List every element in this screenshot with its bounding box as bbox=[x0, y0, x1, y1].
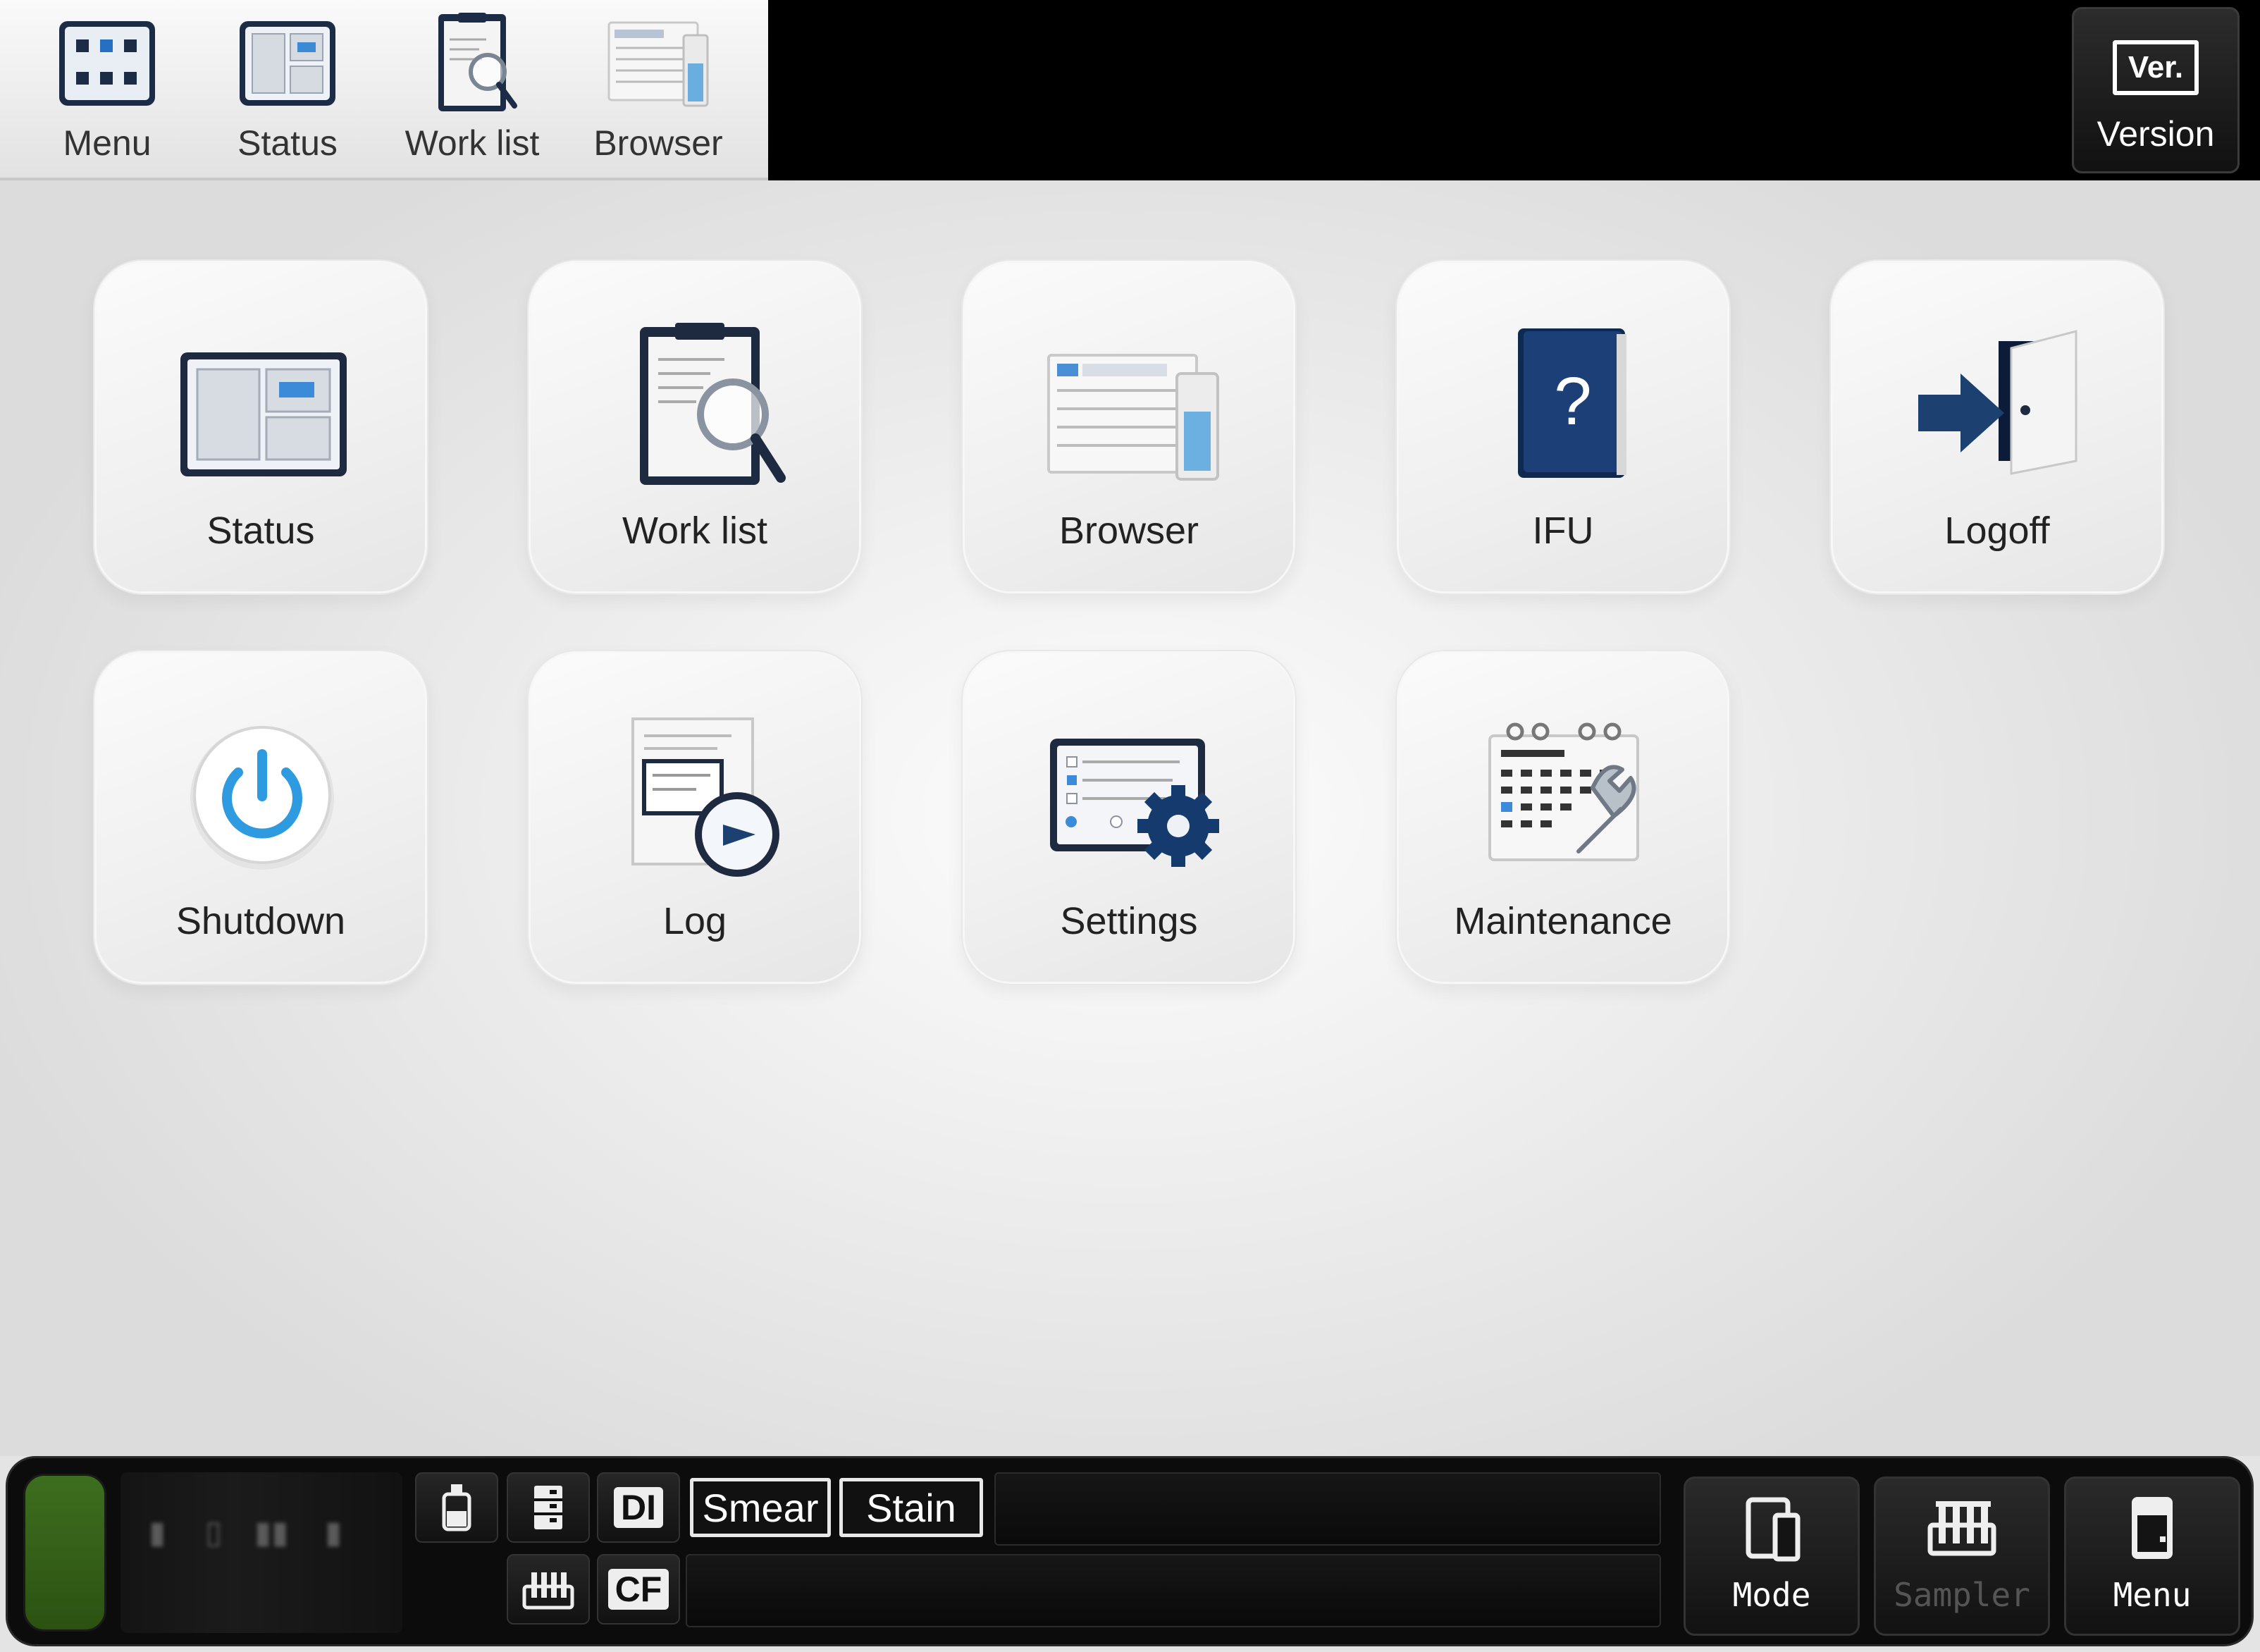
menu-button[interactable]: Menu bbox=[2064, 1477, 2240, 1636]
tile-ifu[interactable]: ? IFU bbox=[1395, 259, 1731, 595]
browser-icon bbox=[607, 21, 709, 107]
tab-status-label: Status bbox=[237, 123, 338, 163]
tile-log-label: Log bbox=[662, 900, 727, 942]
main-menu: Status Work list Browser ? IFU Logoff Sh… bbox=[0, 180, 2260, 1456]
mode-button[interactable]: Mode bbox=[1684, 1477, 1860, 1636]
status-info-area: ▮ ▯ ▮▮ ▮ bbox=[121, 1472, 402, 1633]
worklist-clipboard-icon bbox=[640, 323, 786, 485]
tile-work-list[interactable]: Work list bbox=[527, 259, 863, 595]
tile-ifu-label: IFU bbox=[1532, 510, 1594, 552]
log-clock-icon bbox=[631, 717, 779, 877]
tab-work-list[interactable]: Work list bbox=[381, 0, 564, 176]
tile-browser[interactable]: Browser bbox=[961, 259, 1297, 595]
logoff-door-icon bbox=[1918, 330, 2077, 475]
tab-work-list-label: Work list bbox=[405, 123, 540, 163]
version-badge-icon: Ver. bbox=[2113, 40, 2199, 95]
reagent-bottle-icon bbox=[415, 1472, 498, 1543]
version-label: Version bbox=[2097, 114, 2215, 154]
power-icon bbox=[190, 726, 334, 870]
tab-menu-label: Menu bbox=[63, 123, 152, 163]
status-indicator-light bbox=[23, 1474, 106, 1632]
sampler-button[interactable]: Sampler bbox=[1874, 1477, 2050, 1636]
tile-maintenance[interactable]: Maintenance bbox=[1395, 650, 1731, 985]
rack-stack-icon bbox=[507, 1472, 590, 1543]
tab-browser-label: Browser bbox=[593, 123, 723, 163]
top-nav: Menu Status Work list Browser bbox=[0, 0, 768, 180]
help-book-icon: ? bbox=[1518, 328, 1626, 478]
version-button[interactable]: Ver. Version bbox=[2072, 7, 2240, 173]
tube-rack-icon bbox=[507, 1554, 590, 1625]
svg-text:?: ? bbox=[1554, 364, 1591, 439]
di-indicator: DI bbox=[597, 1472, 680, 1543]
status-panel-icon bbox=[180, 352, 347, 476]
status-panel-icon bbox=[240, 21, 335, 106]
tile-status[interactable]: Status bbox=[93, 259, 428, 595]
tile-settings-label: Settings bbox=[1060, 900, 1198, 942]
menu-button-label: Menu bbox=[2113, 1576, 2192, 1614]
maintenance-calendar-icon bbox=[1488, 722, 1639, 861]
stain-tag: Stain bbox=[839, 1478, 983, 1537]
menu-device-icon bbox=[2132, 1497, 2173, 1559]
status-message-strip-top bbox=[994, 1472, 1661, 1546]
browser-icon bbox=[1047, 354, 1219, 481]
tab-browser[interactable]: Browser bbox=[567, 0, 750, 176]
tile-log[interactable]: Log bbox=[527, 650, 863, 985]
tab-menu[interactable]: Menu bbox=[16, 0, 199, 176]
settings-gear-icon bbox=[1050, 739, 1219, 867]
smear-tag: Smear bbox=[690, 1478, 831, 1537]
mode-icon bbox=[1746, 1497, 1801, 1562]
tile-maintenance-label: Maintenance bbox=[1454, 900, 1672, 942]
tile-logoff-label: Logoff bbox=[1944, 510, 2050, 552]
worklist-clipboard-icon bbox=[438, 13, 517, 111]
tile-status-label: Status bbox=[206, 510, 315, 552]
tile-work-list-label: Work list bbox=[622, 510, 767, 552]
tile-shutdown-label: Shutdown bbox=[175, 900, 346, 942]
tab-status[interactable]: Status bbox=[196, 0, 379, 176]
sampler-rack-icon bbox=[1927, 1501, 1996, 1556]
tile-logoff[interactable]: Logoff bbox=[1829, 259, 2165, 595]
status-message-strip-bottom bbox=[686, 1554, 1661, 1627]
tile-settings[interactable]: Settings bbox=[961, 650, 1297, 985]
status-bar: ▮ ▯ ▮▮ ▮ DI Smear Stain CF Mode Sampler … bbox=[6, 1456, 2254, 1646]
cf-indicator: CF bbox=[597, 1554, 680, 1625]
tile-browser-label: Browser bbox=[1058, 510, 1199, 552]
menu-grid-icon bbox=[59, 21, 155, 106]
sampler-button-label: Sampler bbox=[1894, 1576, 2030, 1614]
mode-button-label: Mode bbox=[1732, 1576, 1811, 1614]
tile-shutdown[interactable]: Shutdown bbox=[93, 650, 428, 985]
top-bar: Menu Status Work list Browser Ver. Versi… bbox=[0, 0, 2260, 180]
